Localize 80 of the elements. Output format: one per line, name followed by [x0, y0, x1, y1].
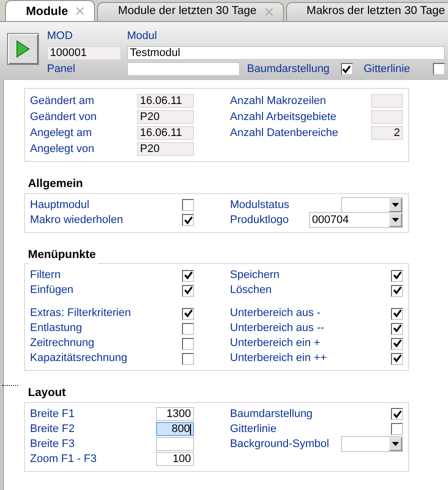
field-label: Geändert von: [30, 110, 98, 125]
field-label: Breite F3: [30, 436, 76, 452]
field-label: Unterbereich ein ++: [230, 351, 328, 366]
tab[interactable]: Module: [5, 0, 95, 21]
field-label: Breite F2: [30, 422, 76, 437]
checkbox[interactable]: [182, 352, 194, 364]
field-label: Zeitrechnung: [30, 336, 96, 352]
splitter-handle[interactable]: [2, 383, 18, 386]
checkbox[interactable]: [182, 284, 194, 296]
field-label: Unterbereich aus -: [230, 306, 322, 322]
field-label: Entlastung: [30, 321, 83, 336]
field-label: Extras: Filterkriterien: [30, 306, 132, 322]
field-label: Makro wiederholen: [30, 212, 124, 228]
field-label: Panel: [47, 62, 76, 77]
checkbox[interactable]: [391, 284, 403, 296]
dropdown-arrow-icon: [392, 218, 399, 222]
mod-field[interactable]: 100001: [47, 46, 121, 60]
field-label: Breite F1: [30, 406, 76, 422]
tab[interactable]: Makros der letzten 30 Tage: [286, 2, 448, 21]
readonly-field: P20: [137, 142, 194, 156]
module-name-field[interactable]: Testmodul: [127, 46, 445, 60]
option-label: Gitterlinie: [364, 62, 410, 77]
dropdown-arrow-icon: [392, 203, 399, 207]
input-field[interactable]: [156, 437, 194, 451]
readonly-field: 16.06.11: [137, 94, 194, 108]
field-label: Hauptmodul: [30, 198, 90, 213]
play-icon: [16, 40, 30, 58]
field-label: Einfügen: [30, 283, 74, 298]
dropdown-arrow-icon: [392, 442, 399, 446]
dropdown[interactable]: [341, 436, 403, 452]
field-label: MOD: [47, 29, 74, 44]
field-label: Kapazitätsrechnung: [30, 351, 128, 366]
checkbox[interactable]: [391, 308, 403, 320]
checkbox[interactable]: [182, 214, 194, 226]
field-label: Gitterlinie: [230, 422, 278, 437]
readonly-field: P20: [137, 110, 194, 124]
readonly-field: [371, 110, 403, 124]
input-field[interactable]: 100: [156, 452, 194, 466]
field-label: Löschen: [230, 283, 273, 298]
readonly-field: 16.06.11: [137, 126, 194, 140]
input-field[interactable]: 800: [156, 422, 194, 436]
checkbox[interactable]: [182, 308, 194, 320]
field-label: Unterbereich ein +: [230, 336, 322, 352]
checkbox[interactable]: [182, 322, 194, 334]
checkbox[interactable]: [391, 270, 403, 282]
dropdown[interactable]: [341, 197, 403, 213]
checkbox[interactable]: [433, 63, 445, 75]
checkbox[interactable]: [182, 338, 194, 350]
checkbox[interactable]: [391, 338, 403, 350]
field-label: Baumdarstellung: [230, 406, 314, 422]
checkbox[interactable]: [391, 352, 403, 364]
field-label: Angelegt von: [30, 142, 96, 157]
checkbox[interactable]: [391, 408, 403, 420]
checkbox[interactable]: [340, 63, 353, 75]
checkbox[interactable]: [391, 423, 403, 435]
field-label: Background-Symbol: [230, 436, 330, 452]
field-label: Anzahl Makrozeilen: [230, 94, 327, 109]
run-button[interactable]: [7, 33, 39, 65]
panel-field[interactable]: [127, 62, 240, 76]
field-label: Modul: [127, 29, 158, 44]
field-label: Modulstatus: [230, 198, 290, 213]
field-label: Zoom F1 - F3: [30, 452, 98, 467]
field-label: Angelegt am: [30, 126, 93, 141]
checkbox[interactable]: [182, 199, 194, 211]
field-label: Anzahl Datenbereiche: [230, 126, 340, 141]
tab[interactable]: Module der letzten 30 Tage: [97, 2, 284, 21]
group-title: Menüpunkte: [28, 246, 98, 264]
field-label: Filtern: [30, 268, 62, 284]
readonly-field: [371, 94, 403, 108]
readonly-field: 2: [371, 126, 403, 140]
input-field[interactable]: 1300: [156, 407, 194, 421]
checkbox[interactable]: [182, 270, 194, 282]
field-label: Geändert am: [30, 94, 96, 109]
field-label: Anzahl Arbeitsgebiete: [230, 110, 338, 125]
checkbox[interactable]: [391, 322, 403, 334]
option-label: Baumdarstellung: [247, 62, 330, 77]
field-label: Produktlogo: [230, 212, 290, 228]
dropdown[interactable]: 000704: [309, 212, 403, 228]
field-label: Speichern: [230, 268, 281, 284]
field-label: Unterbereich aus --: [230, 321, 326, 336]
